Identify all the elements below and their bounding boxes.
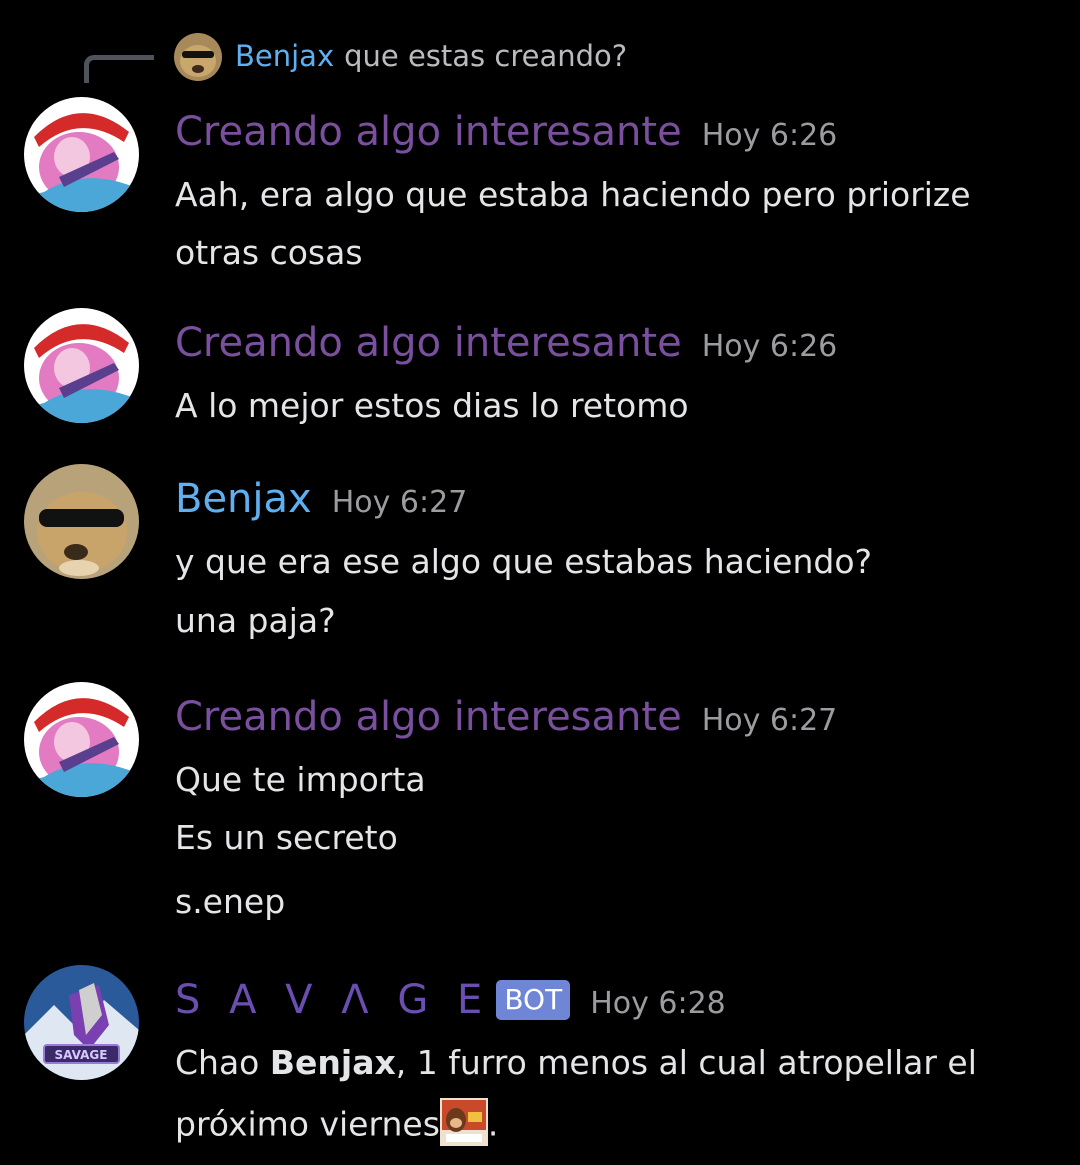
message-text: otras cosas: [175, 233, 363, 272]
message-text: s.enep: [175, 882, 286, 921]
timestamp: Hoy 6:27: [331, 485, 468, 520]
message-text-end: .: [487, 1104, 499, 1144]
author-name[interactable]: Creando algo interesante: [175, 106, 682, 158]
message-text: A lo mejor estos dias lo retomo: [175, 386, 689, 425]
message-text-prefix: Chao: [175, 1043, 270, 1082]
message-text: Que te importa: [175, 760, 426, 799]
message-text-suffix: , 1 furro menos al cual atropellar el: [395, 1043, 977, 1082]
message-text: una paja?: [175, 601, 336, 640]
timestamp: Hoy 6:28: [590, 986, 726, 1021]
timestamp: Hoy 6:26: [701, 118, 838, 153]
message-text: Es un secreto: [175, 818, 398, 857]
reply-preview[interactable]: Benjax que estas creando?: [235, 36, 627, 76]
reply-author[interactable]: Benjax: [235, 39, 334, 73]
avatar-benjax[interactable]: [24, 464, 139, 579]
user-mention[interactable]: Benjax: [270, 1043, 396, 1082]
reply-content: que estas creando?: [344, 39, 628, 73]
author-name[interactable]: S A V Λ G E: [175, 974, 490, 1026]
message-text: Chao Benjax, 1 furro menos al cual atrop…: [175, 1041, 977, 1085]
bot-tag: BOT: [496, 980, 571, 1020]
avatar-creando[interactable]: [24, 308, 139, 423]
avatar-badge-text: SAVAGE: [55, 1048, 108, 1062]
avatar-creando[interactable]: [24, 97, 139, 212]
timestamp: Hoy 6:27: [701, 703, 838, 738]
message-text: Aah, era algo que estaba haciendo pero p…: [175, 175, 971, 214]
donkey-kong-thumbs-up-icon[interactable]: [439, 1098, 488, 1146]
message-text: próximo viernes .: [175, 1098, 498, 1154]
reply-connector: [84, 55, 154, 83]
author-name[interactable]: Creando algo interesante: [175, 691, 682, 743]
message-text: y que era ese algo que estabas haciendo?: [175, 542, 873, 581]
author-name[interactable]: Benjax: [175, 473, 312, 525]
avatar-savage-bot[interactable]: SAVAGE: [24, 965, 139, 1080]
message-text-body: próximo viernes: [175, 1104, 440, 1144]
timestamp: Hoy 6:26: [701, 329, 838, 364]
author-name[interactable]: Creando algo interesante: [175, 317, 682, 369]
avatar-creando[interactable]: [24, 682, 139, 797]
reply-avatar-benjax[interactable]: [174, 33, 222, 81]
